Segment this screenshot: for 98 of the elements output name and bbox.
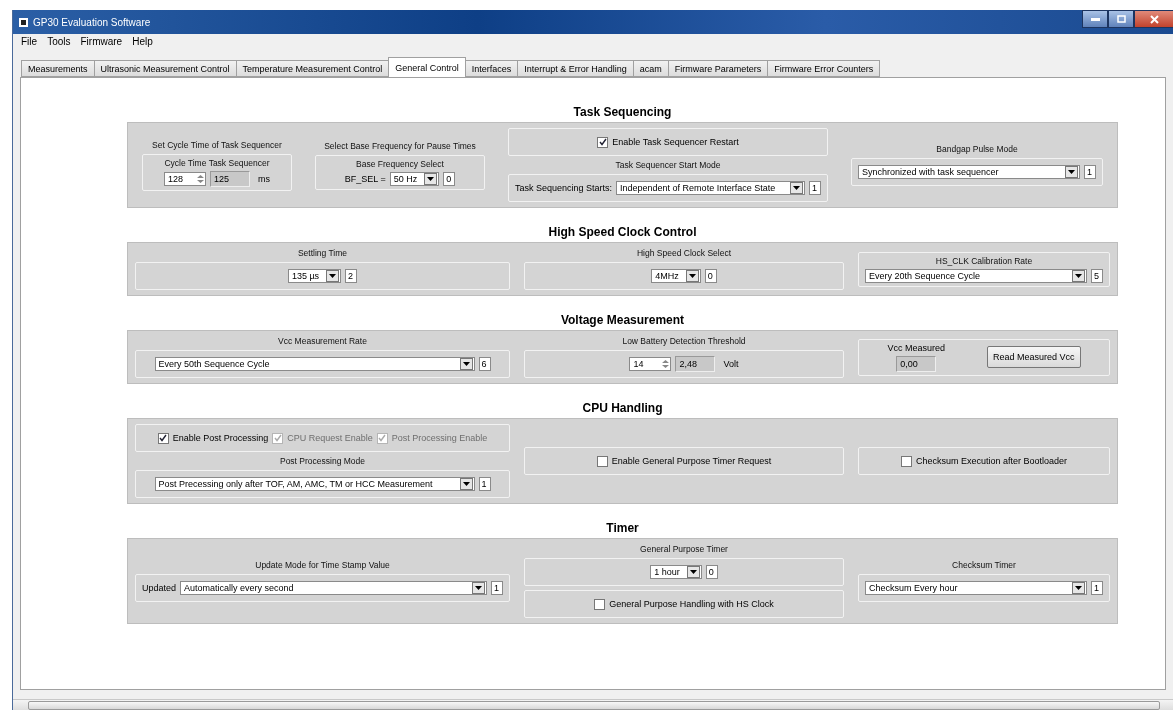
menu-item[interactable]: Tools <box>47 36 71 51</box>
index-indicator: 6 <box>478 357 491 371</box>
dropdown[interactable]: Every 20th Sequence Cycle <box>865 268 1087 283</box>
dropdown[interactable]: Synchronized with task sequencer <box>858 165 1080 179</box>
readout-field: 2,48 <box>675 356 716 372</box>
dropdown[interactable]: Checksum Every hour <box>865 581 1087 595</box>
dropdown[interactable]: Post Precessing only after TOF, AM, AMC, TM or HCC Measurement <box>154 477 475 491</box>
menu-item[interactable]: Firmware <box>80 36 123 51</box>
tab[interactable]: Firmware Error Counters <box>767 60 881 77</box>
spinner-arrows-icon[interactable] <box>661 358 671 370</box>
caret-icon <box>462 482 470 486</box>
group-label: Post Processing Mode <box>278 456 366 466</box>
readout-field: 125 <box>210 170 250 187</box>
horizontal-scrollbar[interactable] <box>13 699 1173 710</box>
close-icon <box>1149 14 1159 24</box>
unit-label: Volt <box>723 359 739 369</box>
readout-field: 0,00 <box>896 355 937 372</box>
section-heading: Timer <box>605 520 640 537</box>
maximize-icon <box>1116 15 1126 23</box>
group-label: Bandgap Pulse Mode <box>935 144 1019 154</box>
section-heading: Voltage Measurement <box>559 312 686 329</box>
minimize-icon <box>1090 17 1100 21</box>
checkbox[interactable]: Enable General Purpose Timer Request <box>596 455 772 467</box>
section-heading: High Speed Clock Control <box>547 224 698 241</box>
tab[interactable]: Interrupt & Error Handling <box>517 60 634 77</box>
maximize-button[interactable] <box>1108 10 1134 28</box>
dropdown[interactable]: Every 50th Sequence Cycle <box>154 357 475 371</box>
group-label: Set Cycle Time of Task Sequencer <box>151 139 283 150</box>
dropdown[interactable]: 1 hour <box>650 565 702 579</box>
app-icon <box>19 17 28 27</box>
group-label: Update Mode for Time Stamp Value <box>254 560 391 570</box>
index-indicator: 1 <box>1091 581 1103 595</box>
caret-icon <box>1075 273 1082 278</box>
close-button[interactable] <box>1134 10 1173 28</box>
unit-label: ms <box>258 173 270 184</box>
checkbox[interactable]: Enable Post Processing <box>157 432 269 444</box>
caret-icon <box>689 570 697 574</box>
group-label: Vcc Measurement Rate <box>277 336 368 346</box>
tab[interactable]: acam <box>632 60 669 77</box>
group-label: Checksum Timer <box>951 560 1017 570</box>
caret-icon <box>793 186 800 190</box>
field-label: BF_SEL = <box>344 173 386 184</box>
field-label: Task Sequencing Starts: <box>515 183 613 193</box>
caret-icon <box>329 274 337 278</box>
dropdown[interactable]: Automatically every second <box>180 581 487 595</box>
caret-icon <box>1068 170 1075 174</box>
caret-icon <box>688 274 696 278</box>
spinner-arrows-icon[interactable] <box>196 172 205 185</box>
section-heading: CPU Handling <box>581 400 664 417</box>
index-indicator: 1 <box>478 477 491 491</box>
group-label: High Speed Clock Select <box>636 248 732 258</box>
caret-icon <box>462 362 470 366</box>
index-indicator: 0 <box>443 171 456 186</box>
index-indicator: 0 <box>704 269 717 283</box>
group-label: Cycle Time Task Sequencer <box>164 157 270 168</box>
caret-icon <box>427 176 435 181</box>
check-icon <box>378 434 387 442</box>
tab[interactable]: Interfaces <box>464 60 519 77</box>
minimize-button[interactable] <box>1082 10 1108 28</box>
tab[interactable]: Firmware Parameters <box>667 60 769 77</box>
numeric-field[interactable]: 128 <box>164 171 206 186</box>
menu-item[interactable]: Help <box>132 36 153 51</box>
check-icon <box>598 138 607 146</box>
group-label: Settling Time <box>296 248 349 258</box>
tab[interactable]: Measurements <box>21 60 95 77</box>
group-label: General Purpose Timer <box>639 544 729 554</box>
index-indicator: 2 <box>345 269 358 283</box>
group-label: Select Base Frequency for Pause Times <box>323 140 477 151</box>
caret-icon <box>475 586 482 590</box>
field-label: Vcc Measured <box>887 342 945 353</box>
read-button[interactable]: Read Measured Vcc <box>987 346 1081 368</box>
checkbox[interactable]: Enable Task Sequencer Restart <box>597 136 739 148</box>
section-heading: Task Sequencing <box>572 104 673 121</box>
dropdown[interactable]: 135 µs <box>287 269 342 283</box>
menu-item[interactable]: File <box>21 36 38 51</box>
checkbox[interactable]: General Purpose Handling with HS Clock <box>594 598 774 610</box>
index-indicator: 1 <box>491 581 503 595</box>
tab[interactable]: General Control <box>388 57 466 77</box>
tab[interactable]: Temperature Measurement Control <box>235 60 390 77</box>
checkbox[interactable]: Checksum Execution after Bootloader <box>900 455 1068 467</box>
index-indicator: 5 <box>1091 268 1103 283</box>
tab[interactable]: Ultrasonic Measurement Control <box>93 60 237 77</box>
group-label: Low Battery Detection Threshold <box>621 336 747 346</box>
group-label: HS_CLK Calibration Rate <box>935 255 1033 266</box>
field-label: Updated <box>142 583 177 593</box>
caret-icon <box>1075 586 1082 590</box>
check-icon <box>159 434 168 442</box>
dropdown[interactable]: Independent of Remote Interface State <box>616 181 805 195</box>
dropdown[interactable]: 4MHz <box>651 269 701 283</box>
group-label: Task Sequencer Start Mode <box>614 160 722 170</box>
index-indicator: 1 <box>1084 165 1096 179</box>
dropdown[interactable]: 50 Hz <box>389 171 440 186</box>
group-label: Base Frequency Select <box>356 158 444 169</box>
index-indicator: 0 <box>705 565 718 579</box>
check-icon <box>273 434 282 442</box>
window-title: GP30 Evaluation Software <box>33 16 152 28</box>
numeric-field[interactable]: 14 <box>629 357 672 371</box>
index-indicator: 1 <box>809 181 821 195</box>
